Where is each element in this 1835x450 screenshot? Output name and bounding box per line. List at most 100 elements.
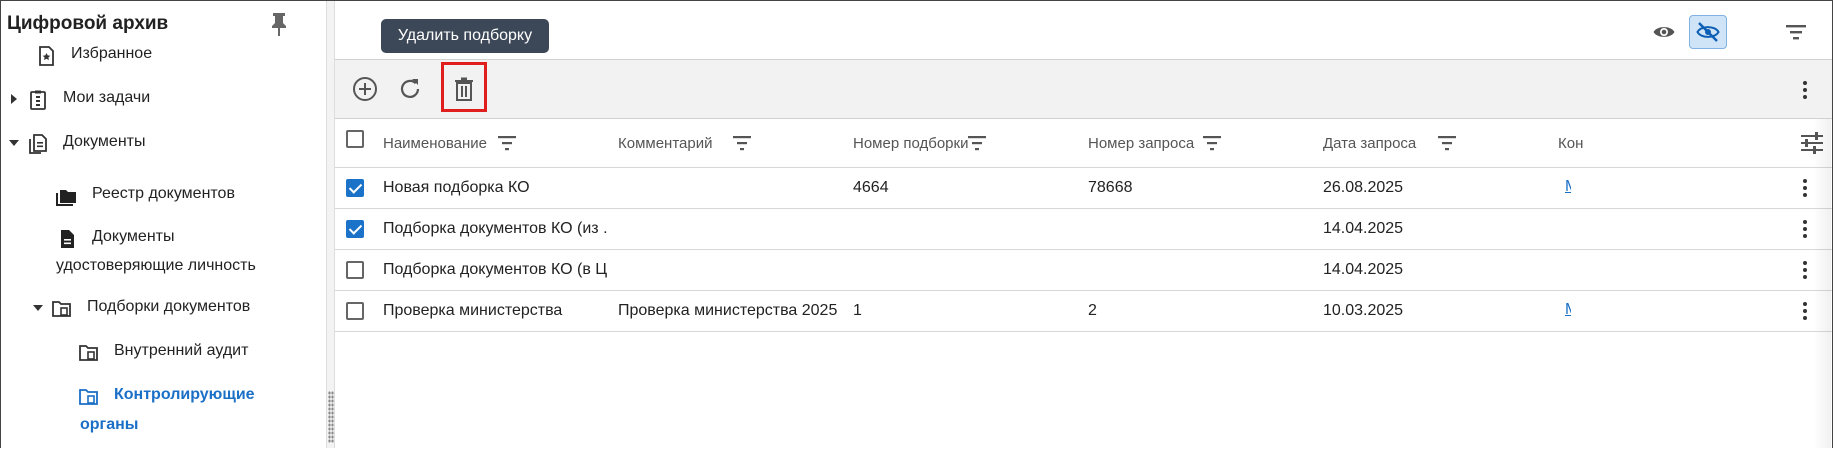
top-bar: Удалить подборку [335, 1, 1832, 58]
cell-request-date: 10.03.2025 [1323, 302, 1404, 319]
eye-icon [1653, 27, 1675, 37]
selections-table: Наименование Комментарий Номер подборки … [335, 119, 1832, 332]
delete-selection-tooltip: Удалить подборку [381, 19, 549, 53]
caret-down-icon[interactable] [31, 301, 45, 315]
cell-request-date: 14.04.2025 [1323, 261, 1404, 278]
column-filter-icon[interactable] [1201, 133, 1223, 153]
table-header: Наименование Комментарий Номер подборки … [335, 119, 1832, 168]
column-header-request-date[interactable]: Дата запроса [1323, 119, 1416, 167]
pin-icon[interactable] [269, 11, 289, 37]
trash-icon [455, 77, 473, 101]
column-header-name[interactable]: Наименование [383, 119, 487, 167]
document-icon [61, 230, 74, 248]
table-row[interactable]: Подборка документов КО (из ... 14.04.202… [335, 209, 1832, 250]
column-filter-icon[interactable] [496, 133, 518, 153]
folder-copy-icon [79, 345, 98, 361]
sidebar-item-label: удостоверяющие личность [56, 257, 256, 274]
sidebar-item-label: Документы [92, 228, 175, 245]
toolbar [335, 59, 1832, 119]
cell-selection-number: 4664 [853, 179, 889, 196]
sidebar-item-label: Внутренний аудит [114, 342, 249, 359]
add-circle-icon [353, 77, 377, 101]
sidebar-item-my-tasks[interactable]: Мои задачи [7, 89, 150, 111]
add-button[interactable] [347, 71, 383, 107]
cell-request-number: 2 [1088, 302, 1097, 319]
cell-comment: Проверка министерства 2025 [618, 302, 838, 319]
cell-name: Подборка документов КО (в Ц... [383, 261, 608, 278]
cell-name: Подборка документов КО (из ... [383, 220, 608, 237]
cell-request-number [1088, 209, 1313, 249]
app-title: Цифровой архив [7, 13, 169, 34]
row-checkbox[interactable] [346, 220, 364, 238]
column-filter-icon[interactable] [1436, 133, 1458, 153]
column-filter-icon[interactable] [966, 133, 988, 153]
sidebar-item-label: Подборки документов [87, 298, 251, 315]
sidebar-item-id-documents-line2[interactable]: удостоверяющие личность [56, 257, 256, 275]
column-filter-icon[interactable] [731, 133, 753, 153]
cell-name: Новая подборка КО [383, 179, 530, 196]
folder-copy-icon [52, 301, 71, 317]
column-header-request-number[interactable]: Номер запроса [1088, 119, 1194, 167]
cell-request-number: 78668 [1088, 179, 1133, 196]
sidebar-item-internal-audit[interactable]: Внутренний аудит [78, 342, 248, 364]
refresh-button[interactable] [392, 71, 428, 107]
sidebar-item-document-registry[interactable]: Реестр документов [56, 185, 235, 207]
cell-comment [618, 209, 843, 249]
sidebar-item-supervisory-bodies-line2[interactable]: органы [80, 416, 138, 434]
select-all-checkbox[interactable] [346, 130, 364, 148]
cell-request-date: 26.08.2025 [1323, 179, 1404, 196]
sidebar-item-label: Избранное [71, 45, 153, 62]
row-checkbox[interactable] [346, 179, 364, 197]
sidebar-item-document-selections[interactable]: Подборки документов [31, 298, 250, 320]
cell-request-date: 14.04.2025 [1323, 220, 1404, 237]
row-checkbox[interactable] [346, 302, 364, 320]
toolbar-more-icon[interactable] [1795, 78, 1815, 102]
hide-button[interactable] [1689, 15, 1727, 49]
folders-icon [56, 190, 76, 206]
cell-link[interactable]: М [1565, 178, 1571, 196]
folder-copy-icon [79, 389, 98, 405]
star-document-icon [39, 46, 54, 66]
refresh-icon [400, 79, 420, 98]
row-more-icon[interactable] [1795, 299, 1815, 323]
eye-off-icon [1696, 22, 1720, 42]
cell-selection-number: 1 [853, 302, 862, 319]
cell-comment [618, 168, 843, 208]
cell-selection-number [853, 209, 1078, 249]
table-row[interactable]: Проверка министерства Проверка министерс… [335, 291, 1832, 332]
filter-icon[interactable] [1782, 18, 1810, 46]
table-row[interactable]: Новая подборка КО 4664 78668 26.08.2025 … [335, 168, 1832, 209]
row-more-icon[interactable] [1795, 176, 1815, 200]
sidebar-item-favorites[interactable]: Избранное [35, 45, 152, 67]
sidebar: Цифровой архив Избранное Мои задачи Доку… [1, 1, 326, 448]
sidebar-item-label: Мои задачи [63, 89, 151, 106]
sidebar-item-label: Контролирующие [114, 386, 255, 403]
row-more-icon[interactable] [1795, 258, 1815, 282]
cell-request-number [1088, 250, 1313, 290]
sidebar-item-label: органы [80, 416, 139, 433]
row-more-icon[interactable] [1795, 217, 1815, 241]
column-header-truncated[interactable]: Кон [1558, 119, 1594, 167]
documents-icon [29, 134, 47, 154]
table-row[interactable]: Подборка документов КО (в Ц... 14.04.202… [335, 250, 1832, 291]
sidebar-item-supervisory-bodies[interactable]: Контролирующие [78, 386, 255, 408]
grip-dots-icon [328, 391, 334, 443]
caret-down-icon[interactable] [7, 136, 21, 150]
sidebar-item-label: Документы [63, 133, 146, 150]
delete-selection-button[interactable] [446, 71, 482, 107]
caret-right-icon[interactable] [7, 92, 21, 106]
main-panel: Удалить подборку Наименование Комментари… [335, 1, 1832, 448]
sidebar-item-label: Реестр документов [92, 185, 235, 202]
cell-link[interactable]: М [1565, 301, 1571, 319]
show-button[interactable] [1645, 15, 1683, 49]
column-header-comment[interactable]: Комментарий [618, 119, 712, 167]
cell-comment [618, 250, 843, 290]
sidebar-resize-handle[interactable] [326, 1, 335, 448]
sidebar-item-id-documents[interactable]: Документы [56, 228, 174, 250]
column-settings-icon[interactable] [1799, 131, 1825, 155]
sidebar-item-documents[interactable]: Документы [7, 133, 145, 155]
column-header-selection-number[interactable]: Номер подборки [853, 119, 968, 167]
cell-name: Проверка министерства [383, 302, 563, 319]
cell-selection-number [853, 250, 1078, 290]
row-checkbox[interactable] [346, 261, 364, 279]
